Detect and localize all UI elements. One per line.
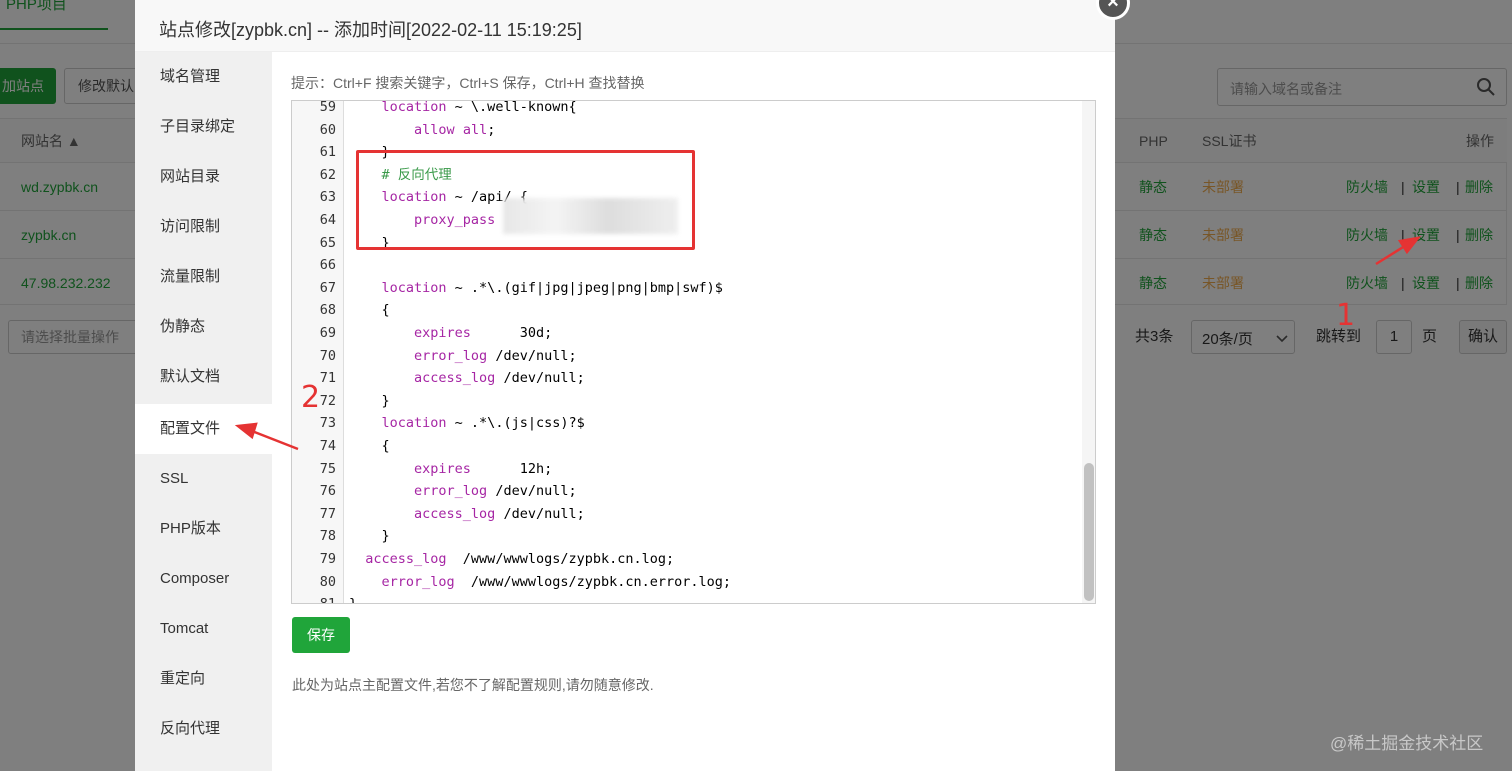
- arrow-to-config-file: [234, 422, 299, 451]
- annotation-number-1: 1: [1336, 298, 1356, 333]
- annotation-arrows: [234, 236, 1421, 451]
- arrow-to-settings: [1375, 236, 1421, 266]
- watermark: @稀土掘金技术社区: [1330, 734, 1484, 753]
- annotation-number-2: 2: [301, 380, 321, 415]
